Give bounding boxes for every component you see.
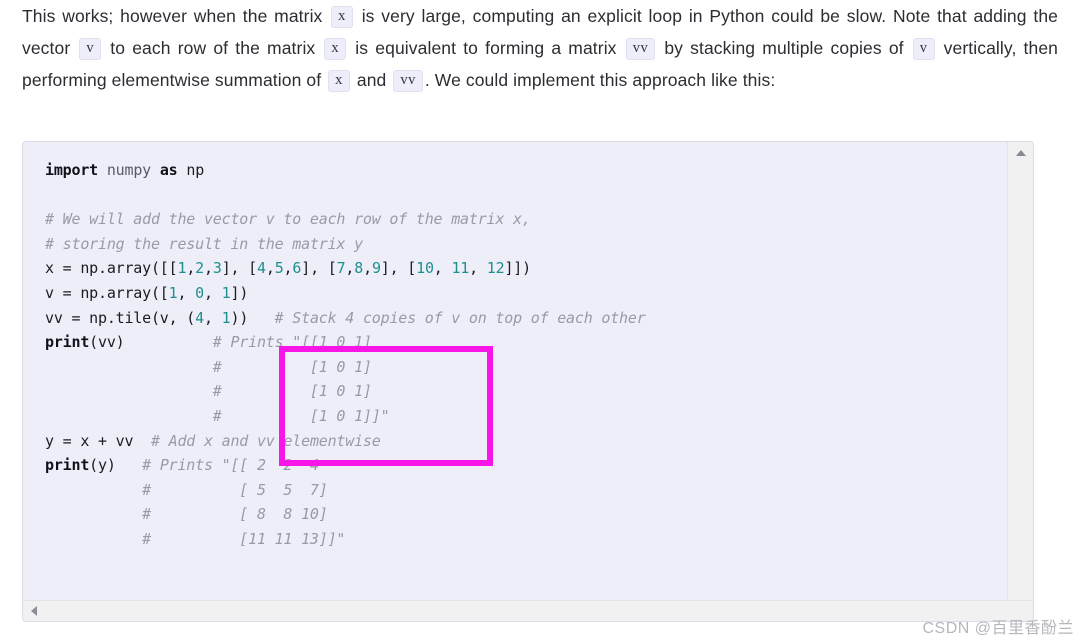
code-comment-prints-y-3: # [ 8 8 10] [142, 505, 328, 524]
code-line-x-assign: x = np.array([[1,2,3], [4,5,6], [7,8,9],… [45, 259, 531, 278]
inline-code-x-3: x [328, 70, 350, 92]
code-scroll-area[interactable]: import numpy as np # We will add the vec… [23, 142, 1008, 601]
token-print-1: print [45, 333, 90, 352]
inline-code-vv-1: vv [625, 38, 656, 60]
code-comment-prints-y-2: # [ 5 5 7] [142, 480, 328, 499]
code-line-vv-assign: vv = np.tile(v, (4, 1)) [45, 308, 275, 327]
article-paragraph: This works; however when the matrix x is… [22, 0, 1058, 96]
code-block: import numpy as np # We will add the vec… [22, 141, 1034, 622]
paragraph-text-1: This works; however when the matrix [22, 6, 330, 26]
paragraph-text-3: to each row of the matrix [103, 38, 323, 58]
inline-code-x-2: x [324, 38, 347, 60]
token-import: import [45, 161, 98, 179]
triangle-left-icon[interactable] [31, 606, 37, 616]
code-comment-stack: # Stack 4 copies of v on top of each oth… [274, 308, 646, 327]
token-np: np [186, 161, 205, 179]
code-comment-2: # storing the result in the matrix y [45, 234, 363, 253]
code-comment-prints-y-4: # [11 11 13]]" [142, 529, 346, 548]
code-comment-add: # Add x and vv elementwise [150, 431, 381, 450]
code-comment-prints-y-1: # Prints "[[ 2 2 4 [142, 456, 319, 475]
triangle-up-icon[interactable] [1015, 150, 1026, 156]
paragraph-text-8: . We could implement this approach like … [424, 70, 776, 90]
code-comment-prints-vv-4: # [1 0 1]]" [212, 406, 390, 425]
paragraph-text-4: is equivalent to forming a matrix [348, 38, 624, 58]
code-comment-prints-vv-1: # Prints "[[1 0 1] [212, 333, 372, 352]
page-root: This works; however when the matrix x is… [0, 0, 1082, 640]
code-comment-1: # We will add the vector v to each row o… [45, 210, 531, 229]
inline-code-v-2: v [912, 38, 935, 60]
watermark: CSDN @百里香酚兰 [922, 620, 1074, 637]
token-print-2: print [45, 456, 90, 475]
inline-code-vv-2: vv [393, 70, 423, 92]
inline-code-x-1: x [331, 6, 353, 28]
horizontal-scrollbar[interactable] [23, 600, 1033, 621]
vertical-scrollbar[interactable] [1007, 142, 1033, 601]
paragraph-text-5: by stacking multiple copies of [657, 38, 911, 58]
code-content[interactable]: import numpy as np # We will add the vec… [23, 142, 1008, 552]
code-comment-prints-vv-2: # [1 0 1] [212, 357, 372, 376]
inline-code-v-1: v [79, 38, 102, 60]
token-numpy: numpy [106, 161, 151, 179]
token-as: as [159, 161, 178, 179]
code-line-y-assign: y = x + vv [45, 431, 151, 450]
code-line-v-assign: v = np.array([1, 0, 1]) [45, 283, 249, 302]
code-comment-prints-vv-3: # [1 0 1] [212, 382, 372, 401]
paragraph-text-7: and [351, 70, 392, 90]
